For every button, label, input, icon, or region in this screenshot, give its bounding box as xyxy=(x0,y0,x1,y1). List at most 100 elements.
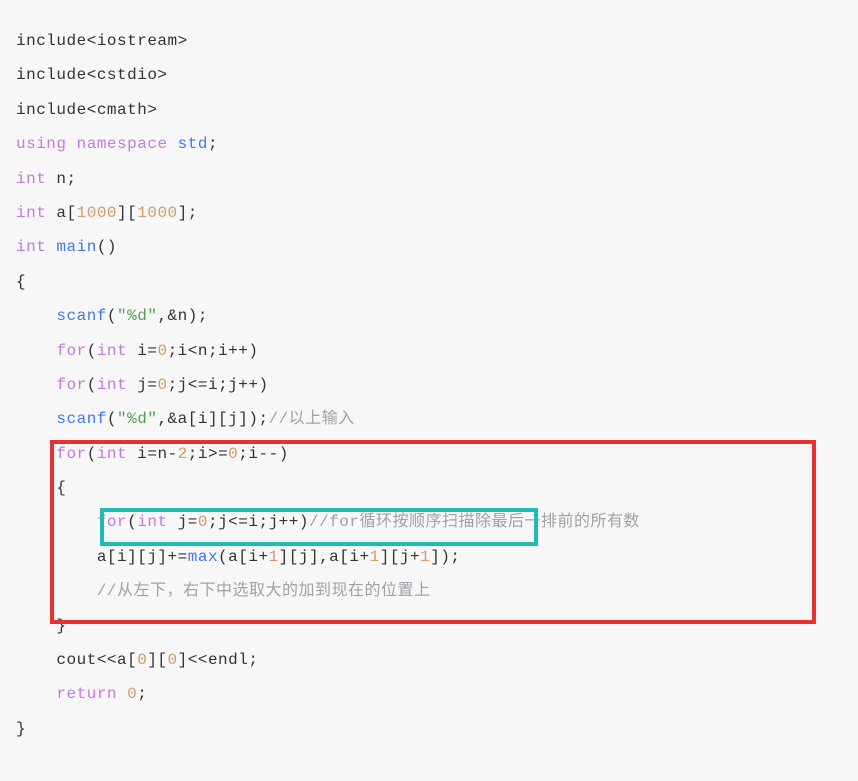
token-num: 0 xyxy=(137,651,147,669)
token-num: 0 xyxy=(157,342,167,360)
token-brace: } xyxy=(56,617,66,635)
token-num: 1 xyxy=(370,548,380,566)
token-int: int xyxy=(137,513,167,531)
token-int: int xyxy=(16,170,46,188)
token-header: <cstdio> xyxy=(87,66,168,84)
code-line: for(int i=0;i<n;i++) xyxy=(16,334,842,368)
token-namespace: namespace xyxy=(77,135,168,153)
token-num: 0 xyxy=(157,376,167,394)
token-header: <iostream> xyxy=(87,32,188,50)
token-num: 1000 xyxy=(77,204,117,222)
code-line: { xyxy=(16,265,842,299)
code-line: } xyxy=(16,712,842,746)
token-comment: //for循环按顺序扫描除最后一排前的所有数 xyxy=(309,513,640,531)
token-string: "%d" xyxy=(117,307,157,325)
token-int: int xyxy=(97,445,127,463)
token: ]<<endl; xyxy=(178,651,259,669)
token-max: max xyxy=(188,548,218,566)
token-int: int xyxy=(97,342,127,360)
token-scanf: scanf xyxy=(56,410,107,428)
code-line: { xyxy=(16,471,842,505)
code-line: int main() xyxy=(16,230,842,264)
token-for: for xyxy=(97,513,127,531)
code-line: for(int j=0;j<=i;j++)//for循环按顺序扫描除最后一排前的… xyxy=(16,505,842,539)
token: ( xyxy=(107,307,117,325)
code-line: include<iostream> xyxy=(16,24,842,58)
token-comment: //从左下，右下中选取大的加到现在的位置上 xyxy=(97,582,431,600)
code-line: include<cmath> xyxy=(16,93,842,127)
token-int: int xyxy=(16,204,46,222)
token-include: include xyxy=(16,101,87,119)
token-for: for xyxy=(56,445,86,463)
token-num: 1 xyxy=(420,548,430,566)
token: j= xyxy=(127,376,157,394)
token-include: include xyxy=(16,66,87,84)
token: i= xyxy=(127,342,157,360)
token-for: for xyxy=(56,342,86,360)
token-num: 1000 xyxy=(137,204,177,222)
token-num: 0 xyxy=(228,445,238,463)
token-semi: ; xyxy=(208,135,218,153)
token-std: std xyxy=(178,135,208,153)
code-line: //从左下，右下中选取大的加到现在的位置上 xyxy=(16,574,842,608)
token-main: main xyxy=(56,238,96,256)
token: ,&a[i][j]); xyxy=(157,410,268,428)
token: ( xyxy=(107,410,117,428)
token-int: int xyxy=(97,376,127,394)
code-block: include<iostream> include<cstdio> includ… xyxy=(0,0,858,781)
token: ,&n); xyxy=(157,307,208,325)
token: a[ xyxy=(46,204,76,222)
token-include: include xyxy=(16,32,87,50)
token: ( xyxy=(87,376,97,394)
token-header: <cmath> xyxy=(87,101,158,119)
code-line: } xyxy=(16,609,842,643)
code-line: int n; xyxy=(16,162,842,196)
code-line: cout<<a[0][0]<<endl; xyxy=(16,643,842,677)
token-brace: { xyxy=(16,273,26,291)
token: ]; xyxy=(178,204,198,222)
code-line: include<cstdio> xyxy=(16,58,842,92)
token-string: "%d" xyxy=(117,410,157,428)
code-line: for(int i=n-2;i>=0;i--) xyxy=(16,437,842,471)
token-return: return xyxy=(56,685,117,703)
code-line: return 0; xyxy=(16,677,842,711)
token: ][j+ xyxy=(380,548,420,566)
token-num: 2 xyxy=(178,445,188,463)
token-int: int xyxy=(16,238,46,256)
code-line: scanf("%d",&a[i][j]);//以上输入 xyxy=(16,402,842,436)
token: ( xyxy=(127,513,137,531)
code-line: int a[1000][1000]; xyxy=(16,196,842,230)
token: j= xyxy=(168,513,198,531)
token: ][j],a[i+ xyxy=(279,548,370,566)
token-comment: //以上输入 xyxy=(269,410,355,428)
token: ]); xyxy=(430,548,460,566)
code-line: scanf("%d",&n); xyxy=(16,299,842,333)
code-line: using namespace std; xyxy=(16,127,842,161)
token: ][ xyxy=(147,651,167,669)
token: (a[i+ xyxy=(218,548,269,566)
token-num: 0 xyxy=(127,685,137,703)
token: ( xyxy=(87,445,97,463)
token-brace: } xyxy=(16,720,26,738)
code-line: a[i][j]+=max(a[i+1][j],a[i+1][j+1]); xyxy=(16,540,842,574)
token: ( xyxy=(87,342,97,360)
token: ][ xyxy=(117,204,137,222)
code-line: for(int j=0;j<=i;j++) xyxy=(16,368,842,402)
token-brace: { xyxy=(56,479,66,497)
token: cout<<a[ xyxy=(56,651,137,669)
token-n: n; xyxy=(46,170,76,188)
token: ;i>= xyxy=(188,445,228,463)
token-paren: () xyxy=(97,238,117,256)
token-semi: ; xyxy=(137,685,147,703)
token-for: for xyxy=(56,376,86,394)
token: ;i--) xyxy=(238,445,289,463)
token: ;i<n;i++) xyxy=(168,342,259,360)
token-num: 0 xyxy=(168,651,178,669)
token-scanf: scanf xyxy=(56,307,107,325)
token: ;j<=i;j++) xyxy=(168,376,269,394)
token: ;j<=i;j++) xyxy=(208,513,309,531)
token-using: using xyxy=(16,135,67,153)
token-num: 1 xyxy=(269,548,279,566)
token: a[i][j]+= xyxy=(97,548,188,566)
token-num: 0 xyxy=(198,513,208,531)
